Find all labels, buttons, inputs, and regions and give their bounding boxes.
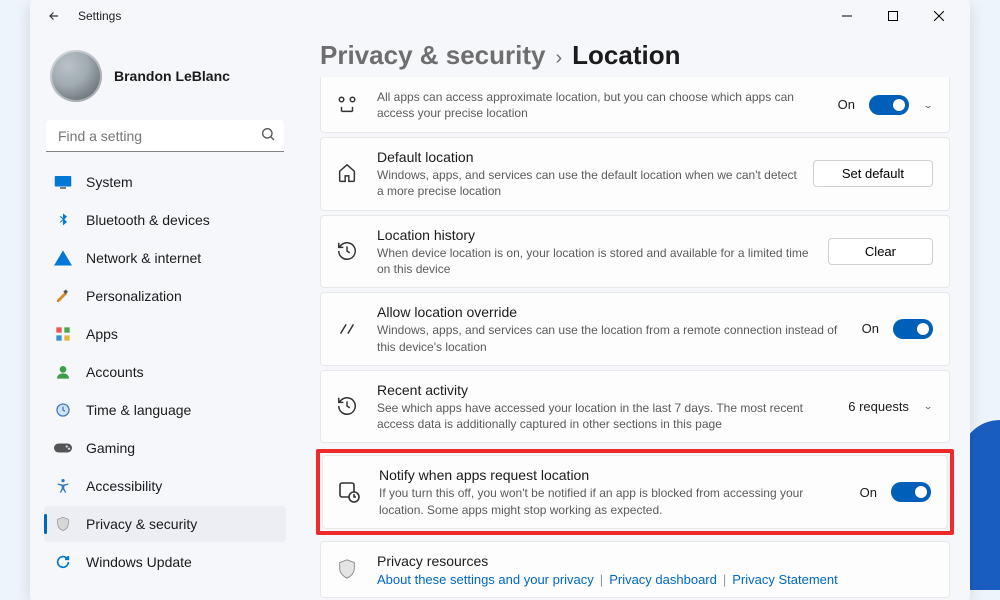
gaming-icon [54,439,72,457]
card-title: Notify when apps request location [379,466,846,484]
toggle-state-label: On [860,485,877,500]
card-recent-activity[interactable]: Recent activity See which apps have acce… [320,370,950,444]
link-privacy-statement[interactable]: Privacy Statement [732,572,838,587]
sidebar-item-label: Accessibility [86,478,162,494]
history-icon [331,235,363,267]
shield-icon [331,553,363,585]
accounts-icon [54,363,72,381]
highlight-box: Notify when apps request location If you… [316,449,954,535]
window-title: Settings [78,9,121,23]
card-title: Privacy resources [377,552,933,570]
override-icon [331,313,363,345]
card-desc: Windows, apps, and services can use the … [377,167,799,199]
sidebar-item-network[interactable]: Network & internet [44,240,286,276]
minimize-button[interactable] [824,0,870,32]
notify-location-icon [333,476,365,508]
card-approximate-location[interactable]: All apps can access approximate location… [320,77,950,133]
breadcrumb-parent[interactable]: Privacy & security [320,40,545,71]
sidebar-item-accessibility[interactable]: Accessibility [44,468,286,504]
sidebar-item-label: System [86,174,133,190]
sidebar-item-label: Apps [86,326,118,342]
link-about-settings[interactable]: About these settings and your privacy [377,572,594,587]
bluetooth-icon [54,211,72,229]
clear-button[interactable]: Clear [828,238,933,265]
sidebar-item-label: Accounts [86,364,144,380]
location-precision-icon [331,89,363,121]
chevron-right-icon: › [555,47,562,70]
search-input[interactable] [46,120,284,152]
search-icon [260,126,276,147]
card-privacy-resources: Privacy resources About these settings a… [320,541,950,598]
card-location-override: Allow location override Windows, apps, a… [320,292,950,366]
sidebar-item-label: Personalization [86,288,182,304]
avatar[interactable] [50,50,102,102]
breadcrumb: Privacy & security › Location [320,40,950,71]
card-title: Location history [377,226,814,244]
card-default-location: Default location Windows, apps, and serv… [320,137,950,211]
card-notify-location: Notify when apps request location If you… [322,455,948,529]
sidebar-item-time[interactable]: Time & language [44,392,286,428]
sidebar-item-label: Time & language [86,402,191,418]
sidebar-item-system[interactable]: System [44,164,286,200]
toggle-approximate[interactable] [869,95,909,115]
card-title: Recent activity [377,381,834,399]
sidebar-item-accounts[interactable]: Accounts [44,354,286,390]
sidebar-item-apps[interactable]: Apps [44,316,286,352]
personalization-icon [54,287,72,305]
time-icon [54,401,72,419]
toggle-override[interactable] [893,319,933,339]
sidebar-item-gaming[interactable]: Gaming [44,430,286,466]
sidebar-item-label: Gaming [86,440,135,456]
breadcrumb-current: Location [572,40,680,71]
sidebar-item-label: Bluetooth & devices [86,212,210,228]
close-button[interactable] [916,0,962,32]
privacy-icon [54,515,72,533]
chevron-down-icon[interactable]: ⌄ [923,402,933,412]
card-location-history: Location history When device location is… [320,215,950,289]
card-desc: All apps can access approximate location… [377,89,824,121]
request-count: 6 requests [848,399,909,414]
apps-icon [54,325,72,343]
history-icon [331,390,363,422]
toggle-notify[interactable] [891,482,931,502]
card-desc: If you turn this off, you won't be notif… [379,485,846,517]
sidebar-item-label: Network & internet [86,250,201,266]
chevron-down-icon[interactable]: ⌄ [923,100,933,110]
system-icon [54,173,72,191]
sidebar-item-label: Privacy & security [86,516,197,532]
maximize-button[interactable] [870,0,916,32]
card-desc: See which apps have accessed your locati… [377,400,834,432]
network-icon [54,249,72,267]
accessibility-icon [54,477,72,495]
toggle-state-label: On [838,97,855,112]
card-title: Allow location override [377,303,848,321]
sidebar-item-bluetooth[interactable]: Bluetooth & devices [44,202,286,238]
card-title: Default location [377,148,799,166]
sidebar-item-privacy[interactable]: Privacy & security [44,506,286,542]
toggle-state-label: On [862,321,879,336]
sidebar-item-label: Windows Update [86,554,192,570]
update-icon [54,553,72,571]
set-default-button[interactable]: Set default [813,160,933,187]
back-button[interactable] [38,0,70,32]
card-desc: Windows, apps, and services can use the … [377,322,848,354]
user-name: Brandon LeBlanc [114,68,230,84]
sidebar-item-update[interactable]: Windows Update [44,544,286,580]
home-pin-icon [331,158,363,190]
sidebar-item-personalization[interactable]: Personalization [44,278,286,314]
link-privacy-dashboard[interactable]: Privacy dashboard [609,572,717,587]
card-desc: When device location is on, your locatio… [377,245,814,277]
